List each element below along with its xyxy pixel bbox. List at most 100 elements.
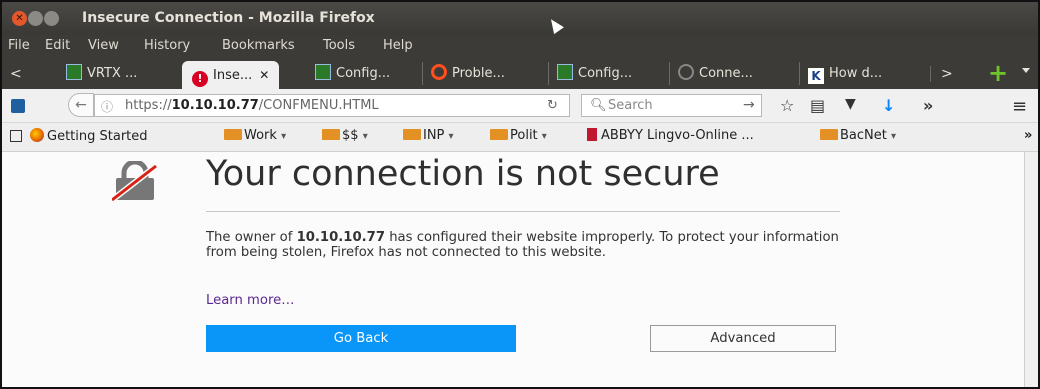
folder-icon	[322, 129, 340, 140]
bookmark-label: ABBYY Lingvo-Online ...	[601, 128, 754, 143]
green-grid-icon	[66, 64, 82, 80]
reload-icon[interactable]: ↻	[547, 98, 558, 113]
firefox-window: ✕ Insecure Connection - Mozilla Firefox …	[0, 0, 1040, 389]
menu-bar: File Edit View History Bookmarks Tools H…	[2, 35, 1038, 57]
tab-label: Config...	[336, 66, 391, 81]
new-tab-icon[interactable]: +	[988, 61, 1008, 85]
error-description: The owner of 10.10.10.77 has configured …	[206, 230, 846, 260]
search-icon: 🔍︎	[590, 98, 607, 113]
search-go-icon[interactable]: →	[743, 97, 755, 113]
advanced-button[interactable]: Advanced	[650, 325, 836, 352]
folder-icon	[403, 129, 421, 140]
tab-label: VRTX ...	[87, 66, 138, 81]
menu-tools[interactable]: Tools	[323, 38, 355, 53]
minimize-window-button[interactable]	[28, 11, 43, 26]
tab-how-do[interactable]: K How d...	[799, 62, 882, 85]
overflow-menu-icon[interactable]: »	[923, 96, 933, 115]
bookmarks-overflow-icon[interactable]: »	[1024, 128, 1032, 143]
green-grid-icon	[557, 64, 573, 80]
menu-file[interactable]: File	[8, 38, 30, 53]
chevron-down-icon: ▾	[891, 131, 897, 142]
sidebar-icon[interactable]	[11, 99, 25, 113]
ring-icon	[431, 64, 447, 80]
green-grid-icon	[315, 64, 331, 80]
tab-connection[interactable]: Conne...	[669, 62, 753, 85]
folder-icon	[224, 129, 242, 140]
hamburger-menu-icon[interactable]: ≡	[1012, 96, 1027, 117]
bookmark-label: Work	[244, 128, 277, 143]
menu-help[interactable]: Help	[383, 38, 413, 53]
title-bar: ✕ Insecure Connection - Mozilla Firefox	[2, 2, 1038, 35]
bookmark-label: INP	[423, 128, 445, 143]
pocket-icon[interactable]: ▼	[845, 96, 856, 112]
bookmark-folder-polit[interactable]: Polit ▾	[490, 128, 547, 143]
url-path: /CONFMENU.HTML	[258, 98, 379, 113]
tab-problem[interactable]: Proble...	[422, 62, 505, 85]
divider	[206, 211, 840, 212]
tab-label: Proble...	[452, 66, 505, 81]
url-bar[interactable]: ⓘ https://10.10.10.77/CONFMENU.HTML ↻	[94, 94, 570, 117]
menu-bookmarks[interactable]: Bookmarks	[222, 38, 295, 53]
url-scheme: https://	[125, 98, 172, 113]
back-button[interactable]: ←	[68, 93, 94, 117]
desc-host: 10.10.10.77	[296, 230, 385, 245]
error-page: Your connection is not secure The owner …	[2, 152, 1038, 387]
window-title: Insecure Connection - Mozilla Firefox	[82, 10, 375, 26]
tab-label: Conne...	[699, 66, 753, 81]
scroll-tabs-right-icon[interactable]: >	[930, 66, 953, 82]
url-host: 10.10.10.77	[171, 98, 259, 113]
list-tabs-icon[interactable]	[1022, 68, 1030, 73]
info-icon[interactable]: ⓘ	[101, 98, 113, 115]
downloads-icon[interactable]: ↓	[882, 96, 895, 115]
bookmark-getting-started[interactable]: Getting Started	[30, 128, 148, 144]
folder-icon	[490, 129, 508, 140]
search-input[interactable]: 🔍︎ Search →	[581, 94, 762, 117]
bookmark-abbyy-lingvo[interactable]: ABBYY Lingvo-Online ...	[587, 128, 754, 143]
bookmark-folder-work[interactable]: Work ▾	[224, 128, 286, 143]
close-window-button[interactable]: ✕	[12, 11, 27, 26]
bookmark-star-icon[interactable]: ☆	[780, 96, 794, 115]
url-text[interactable]: https://10.10.10.77/CONFMENU.HTML	[125, 98, 379, 113]
tab-label: Inse...	[213, 68, 253, 83]
tab-insecure-connection[interactable]: ! Inse... ✕	[182, 61, 280, 89]
desc-text-1: The owner of	[206, 230, 297, 245]
mouse-cursor-icon	[546, 15, 564, 35]
chevron-down-icon: ▾	[281, 131, 287, 142]
scroll-tabs-left-icon[interactable]: <	[10, 66, 22, 82]
bookmark-label: Polit	[510, 128, 538, 143]
folder-icon	[820, 129, 838, 140]
tab-vrtx[interactable]: VRTX ...	[66, 62, 137, 85]
apps-grid-icon[interactable]	[10, 130, 22, 142]
reader-list-icon[interactable]: ▤	[810, 96, 825, 115]
tab-config-1[interactable]: Config...	[315, 62, 390, 85]
bookmark-folder-bacnet[interactable]: BacNet ▾	[820, 128, 896, 143]
bookmark-label: $$	[342, 128, 359, 143]
tab-strip: < VRTX ... ! Inse... ✕ Config... Proble...…	[2, 57, 1038, 89]
firefox-icon	[30, 128, 44, 142]
broken-lock-icon	[112, 161, 158, 201]
menu-edit[interactable]: Edit	[45, 38, 70, 53]
tab-label: Config...	[578, 66, 633, 81]
book-icon	[587, 128, 597, 141]
close-tab-icon[interactable]: ✕	[259, 68, 269, 82]
maximize-window-button[interactable]	[44, 11, 59, 26]
menu-history[interactable]: History	[144, 38, 190, 53]
navigation-bar: ← ⓘ https://10.10.10.77/CONFMENU.HTML ↻ …	[2, 89, 1038, 123]
error-headline: Your connection is not secure	[206, 154, 720, 194]
warning-icon: !	[192, 71, 208, 87]
menu-view[interactable]: View	[88, 38, 119, 53]
learn-more-link[interactable]: Learn more…	[206, 293, 294, 308]
tab-label: How d...	[829, 66, 883, 81]
vertical-scrollbar[interactable]	[1024, 152, 1038, 387]
go-back-button[interactable]: Go Back	[206, 325, 516, 352]
bookmark-folder-inp[interactable]: INP ▾	[403, 128, 454, 143]
tab-config-2[interactable]: Config...	[548, 62, 632, 85]
search-placeholder: Search	[608, 98, 653, 113]
bookmarks-toolbar: Getting Started Work ▾ $$ ▾ INP ▾ Polit …	[2, 123, 1038, 152]
bookmark-folder-money[interactable]: $$ ▾	[322, 128, 368, 143]
chevron-down-icon: ▾	[448, 131, 454, 142]
bookmark-label: BacNet	[840, 128, 887, 143]
chevron-down-icon: ▾	[362, 131, 368, 142]
loading-icon	[678, 64, 694, 80]
bookmark-label: Getting Started	[47, 129, 148, 144]
